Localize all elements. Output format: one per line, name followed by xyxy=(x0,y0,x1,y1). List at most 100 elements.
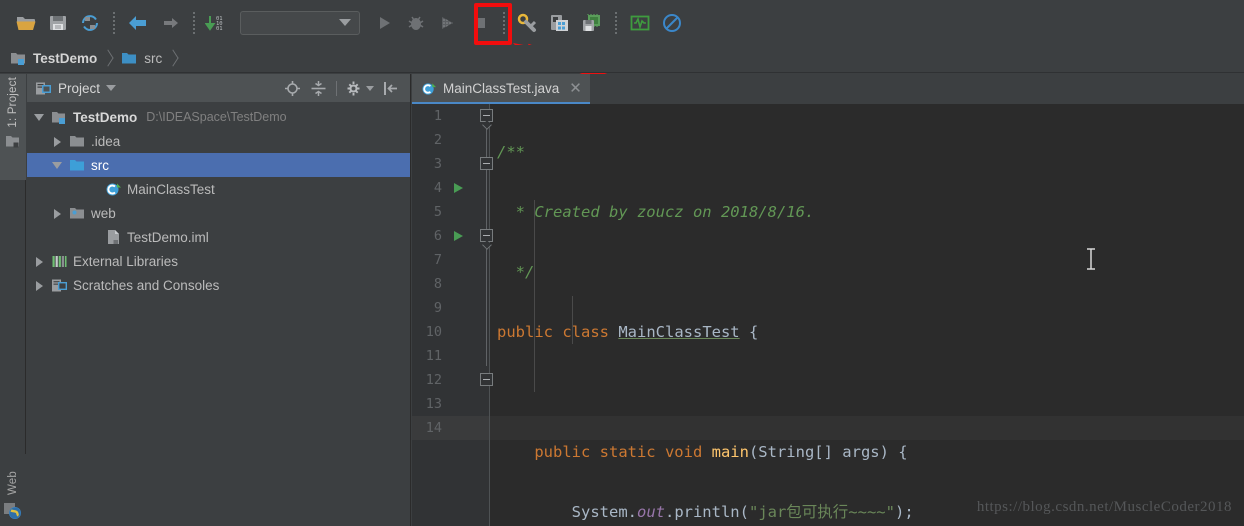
hide-panel-icon[interactable] xyxy=(383,80,400,97)
tree-row-scratches[interactable]: Scratches and Consoles xyxy=(27,273,410,297)
chevron-right-icon[interactable] xyxy=(51,207,64,220)
project-structure-icon[interactable] xyxy=(544,7,576,39)
line-number: 5 xyxy=(433,204,442,220)
chevron-down-icon[interactable] xyxy=(51,159,64,172)
run-configuration-select[interactable] xyxy=(240,10,360,35)
chevron-down-icon xyxy=(339,19,351,26)
chevron-down-icon[interactable] xyxy=(33,111,46,124)
sync-icon[interactable] xyxy=(74,7,106,39)
collapse-all-icon[interactable] xyxy=(310,80,327,97)
code-line-4: public class MainClassTest { xyxy=(497,323,759,341)
tree-row-iml[interactable]: TestDemo.iml xyxy=(27,225,410,249)
project-tree: TestDemo D:\IDEASpace\TestDemo .idea src xyxy=(27,102,410,297)
editor-tab-mainclasstest[interactable]: MainClassTest.java ✕ xyxy=(412,74,590,104)
open-project-icon[interactable] xyxy=(10,7,42,39)
chevron-right-icon[interactable] xyxy=(33,255,46,268)
chevron-right-icon[interactable] xyxy=(33,279,46,292)
line-number: 10 xyxy=(425,324,442,340)
update-project-icon[interactable]: 01 10 01 xyxy=(202,7,234,39)
settings-icon[interactable] xyxy=(512,7,544,39)
run-gutter-icon[interactable] xyxy=(454,231,463,241)
tree-label: web xyxy=(91,205,116,221)
tree-label: .idea xyxy=(91,133,121,149)
activity-monitor-icon[interactable] xyxy=(624,7,656,39)
text-ibeam-cursor xyxy=(1087,248,1095,270)
chevron-right-icon[interactable] xyxy=(51,135,64,148)
chevron-down-icon[interactable] xyxy=(366,85,374,91)
chevron-down-icon[interactable] xyxy=(106,85,117,91)
run-icon[interactable] xyxy=(368,7,400,39)
toolwindow-tab-project[interactable]: 1: Project xyxy=(0,74,26,180)
no-access-icon[interactable] xyxy=(656,7,688,39)
divider xyxy=(336,80,337,96)
tree-label: src xyxy=(91,157,109,173)
breadcrumb-separator xyxy=(101,48,117,70)
tree-row-idea[interactable]: .idea xyxy=(27,129,410,153)
tree-row-mainclasstest[interactable]: MainClassTest xyxy=(27,177,410,201)
folder-icon xyxy=(70,135,84,146)
line-number: 9 xyxy=(433,300,442,316)
save-all-icon[interactable] xyxy=(42,7,74,39)
tree-row-external-libraries[interactable]: External Libraries xyxy=(27,249,410,273)
watermark-url: https://blog.csdn.net/MuscleCoder2018 xyxy=(976,499,1232,515)
tree-label: MainClassTest xyxy=(127,181,215,197)
fold-region-start-icon[interactable] xyxy=(480,229,493,242)
line-number: 3 xyxy=(433,156,442,172)
debug-icon[interactable] xyxy=(400,7,432,39)
editor-area: MainClassTest.java ✕ 1 2 3 4 5 6 7 8 9 1… xyxy=(412,74,1244,526)
tree-label: External Libraries xyxy=(73,253,179,269)
project-icon xyxy=(5,135,19,148)
code-canvas[interactable]: 1 2 3 4 5 6 7 8 9 10 11 12 13 14 /** * C… xyxy=(412,104,1244,526)
editor-tabbar: MainClassTest.java ✕ xyxy=(412,74,1244,104)
code-line-1: /** xyxy=(497,143,525,161)
main-toolbar: 01 10 01 xyxy=(0,0,1244,45)
module-icon xyxy=(52,111,65,124)
module-icon xyxy=(11,53,25,65)
idea-window: 01 10 01 TestDemo src 1: Project Web Pro… xyxy=(0,0,1244,526)
toolwindow-tab-web-label: Web xyxy=(7,470,19,495)
locate-icon[interactable] xyxy=(284,80,301,97)
close-icon[interactable]: ✕ xyxy=(569,79,582,97)
toolwindow-tab-project-label: 1: Project xyxy=(7,77,19,128)
breadcrumb-separator xyxy=(166,48,182,70)
svg-text:01: 01 xyxy=(216,26,223,32)
run-coverage-icon[interactable] xyxy=(432,7,464,39)
breadcrumb-label: TestDemo xyxy=(33,51,98,66)
run-gutter-icon[interactable] xyxy=(454,183,463,193)
fold-region-start-icon[interactable] xyxy=(480,109,493,122)
build-artifact-icon[interactable] xyxy=(576,7,608,39)
line-number: 2 xyxy=(433,132,442,148)
toolwindow-tab-web[interactable]: Web xyxy=(0,454,26,526)
breadcrumb-item-module[interactable]: TestDemo xyxy=(10,51,97,66)
libraries-icon xyxy=(52,255,67,267)
line-number: 11 xyxy=(425,348,442,364)
tree-label: TestDemo xyxy=(73,109,138,125)
toolbar-separator xyxy=(615,11,617,34)
tree-row-testdemo[interactable]: TestDemo D:\IDEASpace\TestDemo xyxy=(27,105,410,129)
tree-label: Scratches and Consoles xyxy=(73,277,220,293)
settings-gear-icon[interactable] xyxy=(346,80,363,97)
java-class-icon xyxy=(422,82,437,95)
fold-region-end-icon[interactable] xyxy=(480,157,493,170)
toolbar-separator xyxy=(193,11,195,34)
forward-icon[interactable] xyxy=(154,7,186,39)
line-number: 12 xyxy=(425,372,442,388)
left-toolwindow-bar: 1: Project Web xyxy=(0,74,26,526)
code-text[interactable]: /** * Created by zoucz on 2018/8/16. */ … xyxy=(497,104,914,526)
breadcrumb: TestDemo src xyxy=(0,45,1244,73)
tree-row-web[interactable]: web xyxy=(27,201,410,225)
breadcrumb-label: src xyxy=(144,51,163,66)
stop-icon[interactable] xyxy=(464,7,496,39)
line-number: 8 xyxy=(433,276,442,292)
indent-guide xyxy=(534,200,535,392)
tree-label: TestDemo.iml xyxy=(127,229,209,245)
back-icon[interactable] xyxy=(122,7,154,39)
line-number: 14 xyxy=(425,420,442,436)
fold-region-end-icon[interactable] xyxy=(480,373,493,386)
line-number: 13 xyxy=(425,396,442,412)
web-globe-icon xyxy=(4,503,21,519)
project-icon xyxy=(36,82,51,94)
breadcrumb-item-folder[interactable]: src xyxy=(121,51,162,66)
tree-row-src[interactable]: src xyxy=(27,153,410,177)
